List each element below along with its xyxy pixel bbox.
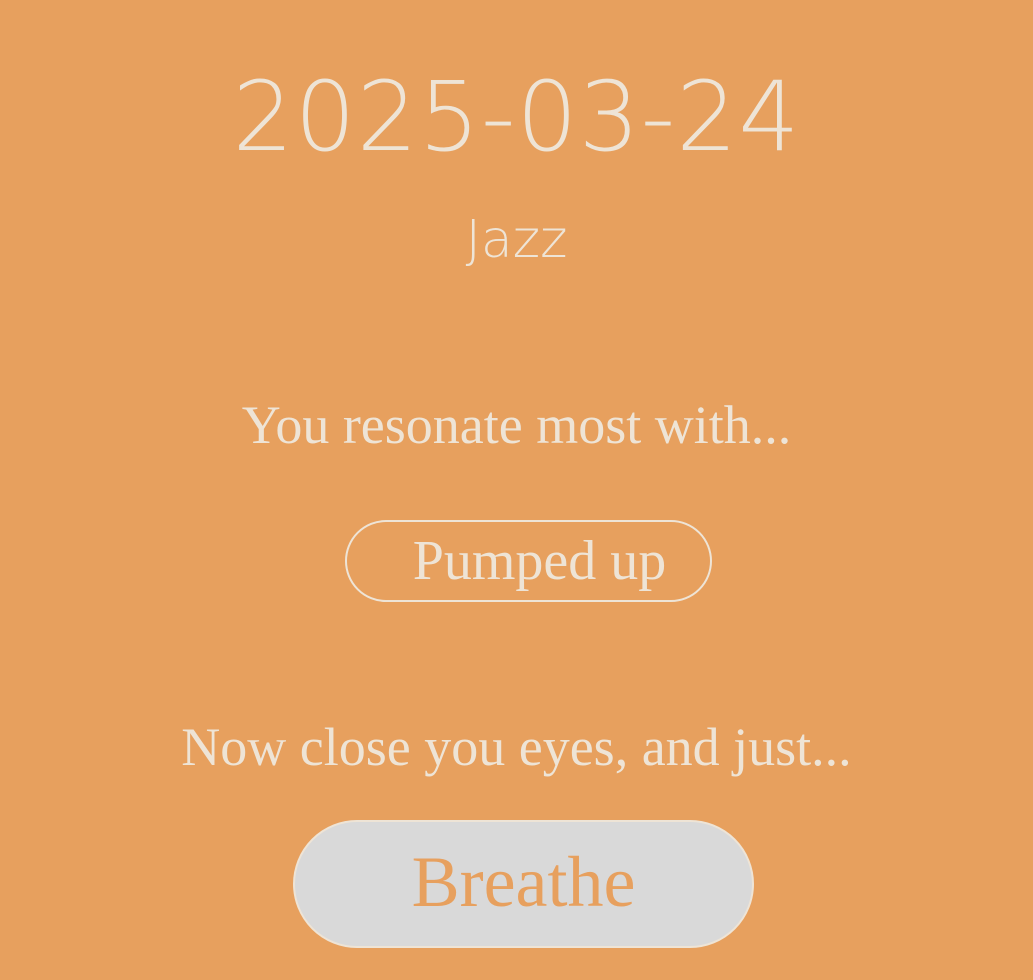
mood-pill: Pumped up — [345, 520, 712, 602]
resonate-prompt: You resonate most with... — [241, 395, 792, 455]
breathe-button[interactable]: Breathe — [293, 820, 754, 948]
date-heading: 2025-03-24 — [232, 61, 801, 173]
close-eyes-prompt: Now close you eyes, and just... — [181, 717, 852, 777]
breathe-button-label: Breathe — [411, 841, 636, 922]
mood-label: Pumped up — [412, 530, 667, 592]
genre-label: Jazz — [465, 210, 568, 270]
